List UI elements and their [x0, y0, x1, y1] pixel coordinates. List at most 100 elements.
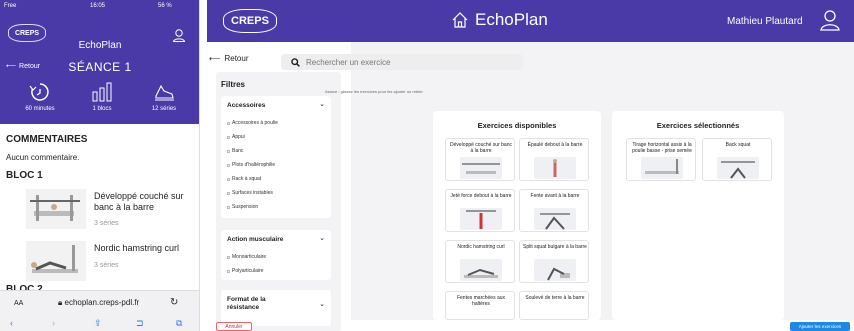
stat-blocks: 1 blocs — [72, 82, 132, 112]
exercise-card-title: Fente avant à la barre — [530, 193, 580, 199]
reader-mode-button[interactable]: AA — [14, 300, 23, 307]
filter-option[interactable]: Appui — [227, 134, 245, 140]
checkbox[interactable] — [227, 205, 230, 209]
arrow-left-icon: ⟵ — [209, 54, 221, 63]
checkbox[interactable] — [227, 163, 230, 167]
exercise-item[interactable]: Nordic hamstring curl 3 séries — [26, 241, 196, 283]
checkbox[interactable] — [227, 135, 230, 139]
exercise-card[interactable]: Développé couché sur banc à la barre — [445, 138, 515, 181]
creps-logo[interactable]: CREPS — [223, 9, 277, 33]
back-nav-icon[interactable]: ‹ — [10, 318, 13, 328]
filter-option[interactable]: Banc — [227, 148, 243, 154]
exercise-card-title: Fentes marchées aux haltères — [456, 295, 506, 307]
stat-duration-label: 60 minutes — [25, 106, 55, 112]
filter-option-label: Appui — [232, 134, 245, 140]
stat-duration: 60 minutes — [10, 82, 70, 112]
filter-group-accessoires: Accessoires ⌄ Accessoires à poulie Appui… — [221, 96, 331, 218]
blocks-icon — [92, 82, 112, 102]
url-label: echoplan.creps-pdl.fr — [64, 298, 140, 307]
exercise-image — [460, 208, 502, 230]
filter-option[interactable]: Plots d'haltérophilie — [227, 162, 275, 168]
exercise-series: 3 séries — [94, 220, 119, 227]
filter-option[interactable]: Surfaces instables — [227, 190, 273, 196]
filter-option[interactable]: Rack à squat — [227, 176, 261, 182]
filter-option-label: Rack à squat — [232, 176, 262, 182]
exercise-image — [534, 259, 576, 281]
exercise-series: 3 séries — [94, 262, 119, 269]
exercise-card-title: Développé couché sur banc à la barre — [450, 142, 512, 154]
add-exercises-button[interactable]: Ajouter les exercices — [790, 322, 850, 331]
exercise-card-title: Jeté force debout à la barre — [450, 193, 512, 199]
filter-option-label: Plots d'haltérophilie — [232, 162, 276, 168]
checkbox[interactable] — [227, 149, 230, 153]
exercise-card-title: Back squat — [725, 142, 751, 148]
session-title: SÉANCE 1 — [68, 60, 132, 74]
search-placeholder: Rechercher un exercice — [306, 57, 391, 67]
chevron-down-icon[interactable]: ⌄ — [319, 300, 325, 308]
exercise-image — [460, 157, 502, 179]
app-title: EchoPlan — [78, 40, 122, 51]
desktop-header: CREPS EchoPlan Mathieu Plautard — [207, 0, 854, 42]
reload-icon[interactable]: ↻ — [170, 297, 178, 308]
exercise-card[interactable]: Soulevé de terre à la barre — [519, 291, 589, 320]
stat-series: 12 séries — [134, 82, 194, 112]
mobile-header: Free 16:05 56 % CREPS EchoPlan ⟵ Retour S… — [0, 0, 199, 124]
filter-group-label[interactable]: Format de la résistance — [227, 296, 297, 312]
exercise-card[interactable]: Jeté force debout à la barre — [445, 189, 515, 232]
exercise-card[interactable]: Split squat bulgare à la barre — [519, 240, 589, 283]
share-icon[interactable]: ⇪ — [94, 318, 102, 329]
filter-group-label[interactable]: Accessoires — [227, 102, 265, 109]
filter-option[interactable]: Accessoires à poulie — [227, 120, 278, 126]
checkbox[interactable] — [227, 121, 230, 125]
checkbox[interactable] — [227, 269, 230, 273]
filter-option-label: Accessoires à poulie — [232, 120, 278, 126]
checkbox[interactable] — [227, 255, 230, 259]
filter-option[interactable]: Suspension — [227, 204, 258, 210]
exercise-image — [534, 157, 576, 179]
back-label: Retour — [224, 54, 249, 63]
exercise-item[interactable]: Développé couché sur banc à la barre 3 s… — [26, 189, 196, 231]
app-title-label: EchoPlan — [475, 10, 548, 29]
app-title[interactable]: EchoPlan — [451, 10, 548, 30]
exercise-card[interactable]: Back squat — [702, 138, 772, 181]
url-text[interactable]: 🔒︎ echoplan.creps-pdl.fr — [58, 298, 139, 308]
checkbox[interactable] — [227, 177, 230, 181]
cancel-button[interactable]: Annuler — [216, 322, 252, 331]
chevron-down-icon[interactable]: ⌄ — [319, 100, 325, 108]
exercise-card-title: Split squat bulgare à la barre — [523, 244, 587, 250]
exercise-card[interactable]: Nordic hamstring curl — [445, 240, 515, 283]
filter-group-label[interactable]: Action musculaire — [227, 236, 283, 243]
stat-series-label: 12 séries — [151, 106, 177, 112]
forward-nav-icon[interactable]: › — [52, 318, 55, 328]
comments-heading: COMMENTAIRES — [6, 134, 88, 145]
filter-option[interactable]: Polyarticulaire — [227, 268, 263, 274]
available-exercises-column[interactable]: Exercices disponibles Développé couché s… — [433, 111, 601, 320]
exercise-card-title: Épaulé debout à la barre — [527, 142, 583, 148]
selected-exercises-column[interactable]: Exercices sélectionnés Tirage horizontal… — [612, 111, 784, 320]
exercise-card[interactable]: Fentes marchées aux haltères — [445, 291, 515, 320]
filter-option[interactable]: Monoarticulaire — [227, 254, 266, 260]
battery-label: 56 % — [158, 3, 172, 9]
search-input[interactable]: Rechercher un exercice — [281, 54, 523, 70]
exercise-card-title: Tirage horizontal assis à la poulie bass… — [632, 142, 692, 154]
exercise-card[interactable]: Épaulé debout à la barre — [519, 138, 589, 181]
exercise-card-title: Soulevé de terre à la barre — [525, 295, 585, 301]
back-button[interactable]: ⟵ Retour — [209, 54, 248, 63]
clock: 16:05 — [90, 3, 106, 9]
timer-icon — [29, 83, 49, 101]
exercise-image — [717, 157, 759, 179]
checkbox[interactable] — [227, 191, 230, 195]
chevron-down-icon[interactable]: ⌄ — [319, 234, 325, 242]
help-text: Astuce : glissez les exercices pour les … — [325, 89, 423, 94]
tabs-icon[interactable]: ⧉ — [176, 318, 182, 329]
url-bar[interactable]: AA 🔒︎ echoplan.creps-pdl.fr ↻ — [0, 290, 199, 316]
user-icon[interactable] — [819, 9, 841, 31]
user-icon[interactable] — [172, 28, 186, 42]
lock-icon: 🔒︎ — [58, 298, 63, 307]
filters-panel: Filtres Accessoires ⌄ Accessoires à poul… — [216, 72, 341, 331]
exercise-image — [460, 259, 502, 281]
shoe-icon — [155, 84, 174, 101]
bookmarks-icon[interactable]: ⊐ — [136, 318, 144, 329]
exercise-card[interactable]: Fente avant à la barre — [519, 189, 589, 232]
exercise-card[interactable]: Tirage horizontal assis à la poulie bass… — [626, 138, 696, 181]
